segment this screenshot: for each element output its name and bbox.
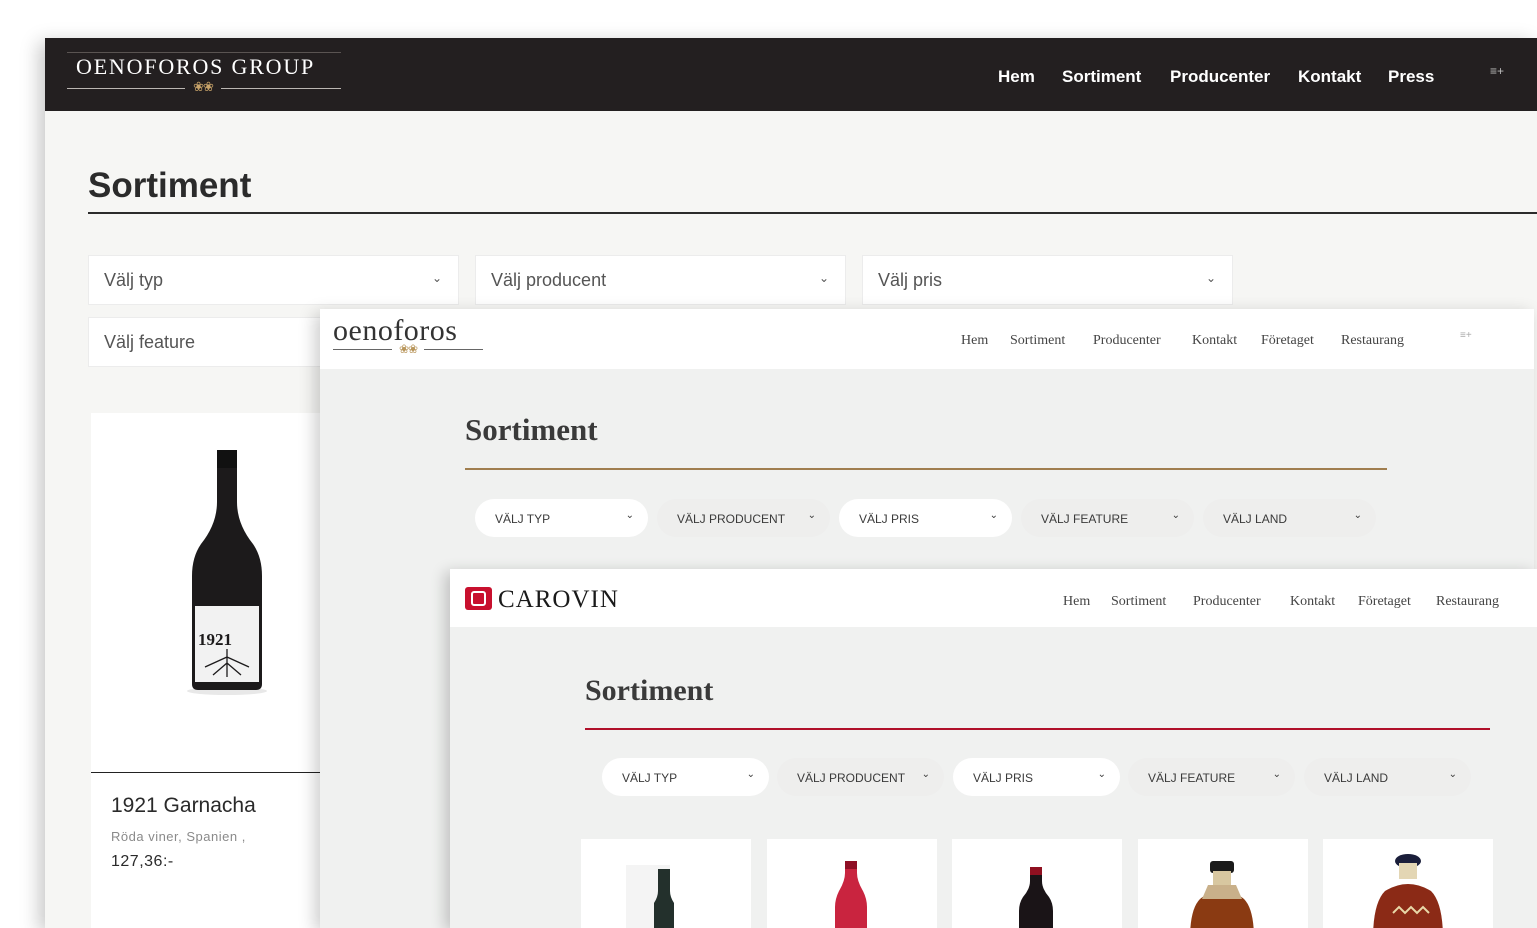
nav-kontakt[interactable]: Kontakt	[1290, 594, 1335, 610]
site-header: OENOFOROS GROUP ❀❀ Hem Sortiment Produce…	[45, 38, 1537, 111]
rose-bottle-image	[835, 861, 867, 928]
chevron-down-icon: ⌄	[1205, 271, 1216, 285]
chevron-down-icon: ⌄	[921, 769, 930, 780]
nav-kontakt[interactable]: Kontakt	[1298, 67, 1361, 87]
select-typ[interactable]: Välj typ ⌄	[88, 255, 459, 305]
select-producent-label: Välj producent	[491, 270, 607, 290]
site-header: oenoforos ❀❀ Hem Sortiment Producenter K…	[320, 309, 1534, 369]
nav-restaurang[interactable]: Restaurang	[1436, 594, 1499, 610]
chevron-down-icon: ⌄	[1097, 769, 1106, 780]
select-typ-label: VÄLJ TYP	[622, 771, 678, 785]
select-feature-label: Välj feature	[104, 332, 196, 352]
brandy-bottle-image	[1190, 861, 1254, 928]
oenoforos-group-logo[interactable]: OENOFOROS GROUP ❀❀	[67, 52, 341, 95]
nav-hem[interactable]: Hem	[1063, 594, 1090, 610]
chevron-down-icon: ⌄	[1448, 769, 1457, 780]
logo-text: OENOFOROS GROUP	[76, 54, 316, 79]
select-land[interactable]: VÄLJ LAND ⌄	[1203, 499, 1376, 537]
cognac-bottle-image	[1373, 854, 1443, 928]
select-typ-label: Välj typ	[104, 270, 164, 290]
select-producent[interactable]: VÄLJ PRODUCENT ⌄	[777, 758, 944, 796]
bottle-label-text: 1921	[198, 630, 232, 649]
select-producent[interactable]: Välj producent ⌄	[475, 255, 846, 305]
nav-press[interactable]: Press	[1388, 67, 1434, 87]
nav-foretaget[interactable]: Företaget	[1261, 333, 1314, 349]
nav-producenter[interactable]: Producenter	[1093, 333, 1161, 349]
page-title: Sortiment	[585, 674, 714, 707]
product-card[interactable]	[1323, 839, 1493, 928]
select-feature[interactable]: VÄLJ FEATURE ⌄	[1128, 758, 1295, 796]
select-pris-label: VÄLJ PRIS	[859, 512, 920, 526]
chevron-down-icon: ⌄	[1353, 510, 1362, 521]
carovin-logo[interactable]: CAROVIN	[498, 586, 619, 614]
menu-plus-icon[interactable]: ≡+	[1490, 64, 1504, 78]
chevron-down-icon: ⌄	[989, 510, 998, 521]
product-card[interactable]: 1921 1921 Garnacha Röda viner, Spanien ,…	[91, 413, 331, 928]
red-wine-bottle-image	[1019, 867, 1053, 928]
logo-mark-inner	[471, 591, 486, 606]
product-card[interactable]	[952, 839, 1122, 928]
select-feature[interactable]: VÄLJ FEATURE ⌄	[1021, 499, 1194, 537]
chevron-down-icon: ⌄	[1171, 510, 1180, 521]
grapes-icon: ❀❀	[392, 342, 424, 356]
select-producent-label: VÄLJ PRODUCENT	[797, 771, 906, 785]
product-card[interactable]	[581, 839, 751, 928]
product-price: 127,36:-	[111, 853, 174, 870]
page-title: Sortiment	[465, 412, 598, 447]
title-divider	[465, 468, 1387, 470]
product-card[interactable]	[767, 839, 937, 928]
select-pris-label: Välj pris	[878, 270, 943, 290]
nav-foretaget[interactable]: Företaget	[1358, 594, 1411, 610]
nav-hem[interactable]: Hem	[961, 333, 988, 349]
menu-plus-icon[interactable]: ≡+	[1460, 330, 1472, 341]
carovin-window: CAROVIN Hem Sortiment Producenter Kontak…	[450, 569, 1537, 928]
nav-hem[interactable]: Hem	[998, 67, 1035, 87]
select-pris[interactable]: Välj pris ⌄	[862, 255, 1233, 305]
select-typ[interactable]: VÄLJ TYP ⌄	[602, 758, 769, 796]
select-land-label: VÄLJ LAND	[1324, 771, 1389, 785]
nav-producenter[interactable]: Producenter	[1193, 594, 1261, 610]
chevron-down-icon: ⌄	[746, 769, 755, 780]
select-land-label: VÄLJ LAND	[1223, 512, 1288, 526]
nav-kontakt[interactable]: Kontakt	[1192, 333, 1237, 349]
select-pris[interactable]: VÄLJ PRIS ⌄	[839, 499, 1012, 537]
chevron-down-icon: ⌄	[431, 271, 442, 285]
product-image[interactable]: 1921	[91, 413, 331, 773]
wine-bottle-dark-image	[626, 865, 674, 928]
nav-sortiment[interactable]: Sortiment	[1010, 333, 1065, 349]
nav-restaurang[interactable]: Restaurang	[1341, 333, 1404, 349]
page-title: Sortiment	[88, 166, 252, 205]
chevron-down-icon: ⌄	[807, 510, 816, 521]
select-typ[interactable]: VÄLJ TYP ⌄	[475, 499, 648, 537]
select-feature-label: VÄLJ FEATURE	[1041, 512, 1129, 526]
chevron-down-icon: ⌄	[1272, 769, 1281, 780]
carovin-logo-icon[interactable]	[465, 587, 492, 610]
select-producent-label: VÄLJ PRODUCENT	[677, 512, 786, 526]
chevron-down-icon: ⌄	[818, 271, 829, 285]
select-pris[interactable]: VÄLJ PRIS ⌄	[953, 758, 1120, 796]
site-header: CAROVIN Hem Sortiment Producenter Kontak…	[450, 569, 1537, 627]
title-divider	[585, 728, 1490, 730]
grapes-icon: ❀❀	[185, 79, 221, 95]
select-pris-label: VÄLJ PRIS	[973, 771, 1034, 785]
nav-producenter[interactable]: Producenter	[1170, 67, 1270, 87]
nav-sortiment[interactable]: Sortiment	[1062, 67, 1141, 87]
product-meta: Röda viner, Spanien ,	[111, 829, 246, 844]
product-card[interactable]	[1138, 839, 1308, 928]
product-name[interactable]: 1921 Garnacha	[111, 794, 256, 818]
select-producent[interactable]: VÄLJ PRODUCENT ⌄	[657, 499, 830, 537]
title-divider	[88, 212, 1537, 214]
wine-bottle-image: 1921	[187, 450, 267, 695]
select-feature-label: VÄLJ FEATURE	[1148, 771, 1236, 785]
select-land[interactable]: VÄLJ LAND ⌄	[1304, 758, 1471, 796]
chevron-down-icon: ⌄	[625, 510, 634, 521]
nav-sortiment[interactable]: Sortiment	[1111, 594, 1166, 610]
select-typ-label: VÄLJ TYP	[495, 512, 551, 526]
